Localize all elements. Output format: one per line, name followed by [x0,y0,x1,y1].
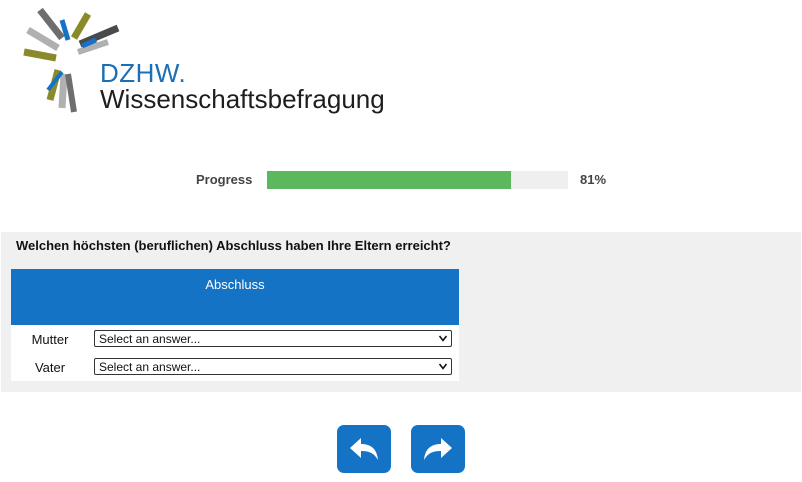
forward-arrow-icon [424,438,452,460]
chevron-down-icon [439,363,447,370]
row-label: Vater [34,360,66,375]
back-button[interactable] [337,425,391,473]
chevron-down-icon [439,335,447,342]
logo-name: Wissenschaftsbefragung [100,84,385,114]
back-arrow-icon [350,438,378,460]
matrix-row-mutter: Mutter Select an answer... [11,325,459,353]
answer-matrix: Abschluss Mutter Select an answer... Vat… [11,269,459,381]
matrix-row-vater: Vater Select an answer... [11,353,459,381]
matrix-column-header: Abschluss [205,277,265,292]
progress-indicator: Progress 81% [0,170,802,190]
progress-label: Progress [196,172,253,187]
progress-percent: 81% [580,172,607,187]
dzhw-logo: DZHW. Wissenschaftsbefragung [22,8,392,118]
mutter-answer-select[interactable]: Select an answer... [94,330,452,347]
logo-acronym: DZHW. [100,58,187,88]
progress-bar-track [267,171,568,189]
row-label: Mutter [31,332,69,347]
select-value: Select an answer... [99,360,201,374]
question-panel: Welchen höchsten (beruflichen) Abschluss… [1,232,801,392]
select-value: Select an answer... [99,332,201,346]
matrix-header: Abschluss [11,269,459,325]
survey-page: DZHW. Wissenschaftsbefragung Progress 81… [0,0,802,482]
next-button[interactable] [411,425,465,473]
question-text: Welchen höchsten (beruflichen) Abschluss… [16,238,451,253]
vater-answer-select[interactable]: Select an answer... [94,358,452,375]
progress-bar-fill [267,171,511,189]
